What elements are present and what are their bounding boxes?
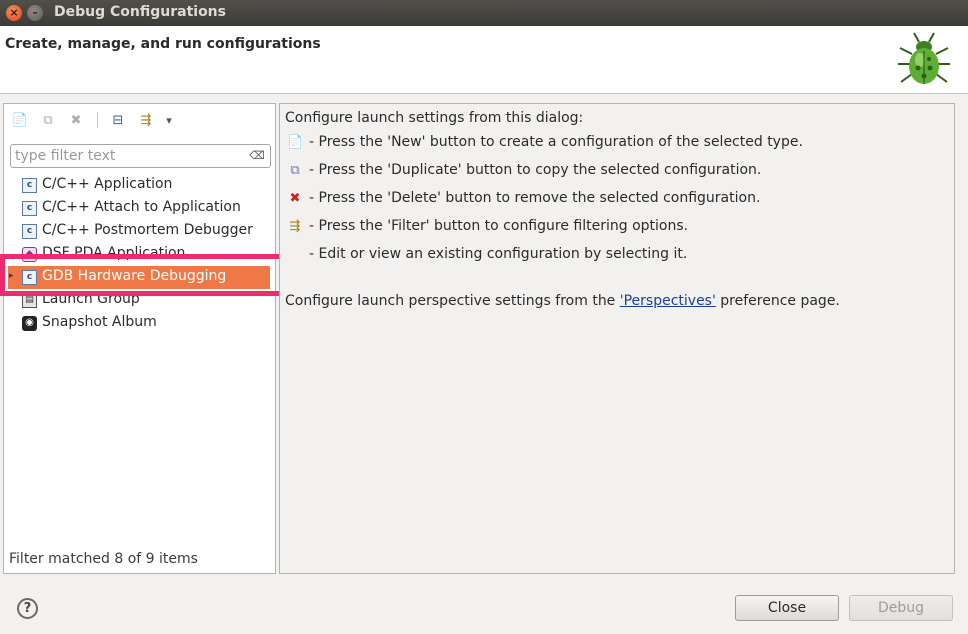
filter-status-text: Filter matched 8 of 9 items xyxy=(9,551,198,567)
clear-filter-icon[interactable]: ⌫ xyxy=(249,149,265,163)
perspectives-prefix: Configure launch perspective settings fr… xyxy=(285,293,620,309)
help-line-text: - Press the 'Delete' button to remove th… xyxy=(309,190,761,206)
camera-icon: ◉ xyxy=(22,316,37,331)
perspectives-line: Configure launch perspective settings fr… xyxy=(285,293,840,309)
tree-item-snapshot-album[interactable]: ◉ Snapshot Album xyxy=(4,312,275,335)
view-menu-button[interactable]: ▾ xyxy=(159,110,179,130)
tree-item-label: C/C++ Application xyxy=(42,176,173,192)
help-line-text: - Press the 'Duplicate' button to copy t… xyxy=(309,162,762,178)
new-configuration-icon: 📄 xyxy=(11,112,29,128)
collapse-all-icon: ⊟ xyxy=(112,112,124,128)
tree-item-cpp-attach[interactable]: c C/C++ Attach to Application xyxy=(4,197,275,220)
view-menu-chevron-icon: ▾ xyxy=(166,113,172,127)
c-config-icon: c xyxy=(22,201,37,216)
c-config-icon: c xyxy=(22,178,37,193)
collapse-all-button[interactable]: ⊟ xyxy=(108,110,128,130)
delete-icon: ✖ xyxy=(289,191,301,206)
duplicate-button[interactable]: ⧉ xyxy=(38,110,58,130)
filter-icon: ⇶ xyxy=(289,219,301,234)
debug-button[interactable]: Debug xyxy=(849,595,953,621)
tree-item-cpp-application[interactable]: c C/C++ Application xyxy=(4,174,275,197)
help-line-text: - Edit or view an existing configuration… xyxy=(309,246,688,262)
filter-icon: ⇶ xyxy=(140,112,152,128)
filter-button[interactable]: ⇶ xyxy=(136,110,156,130)
duplicate-icon: ⧉ xyxy=(290,163,300,178)
perspectives-link[interactable]: 'Perspectives' xyxy=(620,293,716,309)
tree-item-label: Snapshot Album xyxy=(42,314,157,330)
window-title: Debug Configurations xyxy=(54,4,226,20)
banner-heading: Create, manage, and run configurations xyxy=(5,36,321,52)
delete-icon: ✖ xyxy=(70,112,82,128)
tree-item-label: C/C++ Postmortem Debugger xyxy=(42,222,253,238)
close-button[interactable]: Close xyxy=(735,595,839,621)
annotation-highlight-box xyxy=(0,254,322,296)
title-bar: × – Debug Configurations xyxy=(0,0,968,26)
tree-item-label: C/C++ Attach to Application xyxy=(42,199,241,215)
filter-input[interactable] xyxy=(15,147,241,165)
help-button[interactable]: ? xyxy=(17,598,38,619)
debug-bug-icon xyxy=(898,32,950,84)
window-close-button[interactable]: × xyxy=(6,5,22,21)
configuration-details-panel: Configure launch settings from this dial… xyxy=(279,103,955,574)
tree-item-cpp-postmortem[interactable]: c C/C++ Postmortem Debugger xyxy=(4,220,275,243)
c-config-icon: c xyxy=(22,224,37,239)
toolbar-separator xyxy=(97,112,98,128)
configuration-list-panel: 📄 ⧉ ✖ ⊟ ⇶ ▾ ⌫ c C/C++ Application c C/C+… xyxy=(3,103,276,574)
help-line-text: - Press the 'Filter' button to configure… xyxy=(309,218,689,234)
intro-text: Configure launch settings from this dial… xyxy=(285,110,584,126)
perspectives-suffix: preference page. xyxy=(715,293,840,309)
duplicate-icon: ⧉ xyxy=(43,112,53,128)
new-configuration-icon: 📄 xyxy=(287,135,304,150)
delete-button[interactable]: ✖ xyxy=(66,110,86,130)
help-line-text: - Press the 'New' button to create a con… xyxy=(309,134,803,150)
new-configuration-button[interactable]: 📄 xyxy=(10,110,30,130)
filter-field: ⌫ xyxy=(10,144,271,168)
header-banner: Create, manage, and run configurations xyxy=(0,26,968,94)
window-minimize-button[interactable]: – xyxy=(27,5,43,21)
